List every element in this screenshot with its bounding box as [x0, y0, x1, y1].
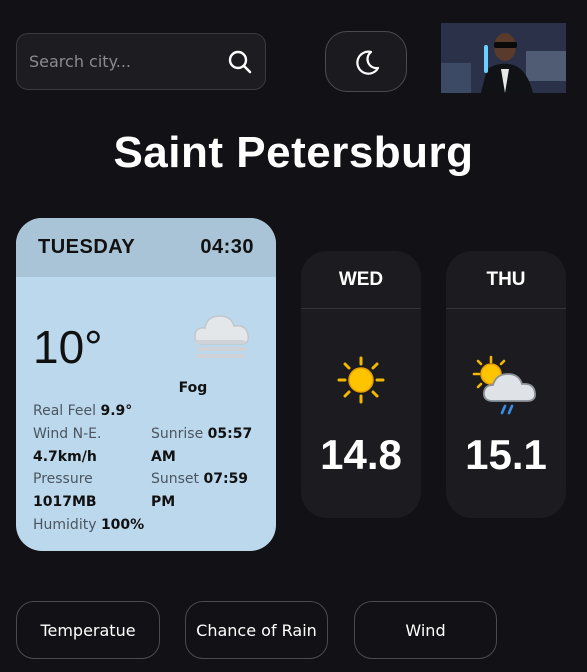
- sunrise-ampm: AM: [151, 449, 176, 465]
- sunset-label: Sunset: [151, 471, 200, 487]
- search-box: [16, 33, 266, 90]
- video-thumbnail[interactable]: [441, 23, 566, 93]
- forecast-temperature: 15.1: [465, 431, 547, 478]
- sunset: Sunset 07:59: [151, 470, 248, 488]
- sunrise-label: Sunrise: [151, 426, 204, 442]
- forecast-day: THU: [446, 251, 566, 309]
- today-condition: Fog: [178, 380, 208, 396]
- humidity: Humidity 100%: [33, 516, 144, 534]
- forecast-card-wed[interactable]: WED 14.8: [301, 251, 421, 518]
- sunset-ampm: PM: [151, 494, 176, 510]
- fog-icon: [190, 310, 254, 370]
- tab-temperature[interactable]: Temperatue: [16, 601, 160, 659]
- search-icon[interactable]: [227, 49, 253, 75]
- humidity-value: 100%: [100, 517, 145, 533]
- humidity-label: Humidity: [33, 517, 97, 533]
- search-input[interactable]: [29, 34, 219, 89]
- forecast-temperature: 14.8: [320, 431, 402, 478]
- forecast-card-thu[interactable]: THU 15.1: [446, 251, 566, 518]
- today-header: TUESDAY 04:30: [16, 218, 276, 277]
- today-day: TUESDAY: [38, 236, 136, 258]
- tab-chance-of-rain[interactable]: Chance of Rain: [185, 601, 328, 659]
- city-title: Saint Petersburg: [113, 128, 474, 177]
- real-feel: Real Feel 9.9°: [33, 402, 132, 420]
- today-time: 04:30: [200, 236, 254, 258]
- sunrise-value: 05:57: [207, 426, 253, 442]
- sun-icon: [337, 356, 385, 404]
- today-card: TUESDAY 04:30 10° Fog Real Feel 9.9° Win…: [16, 218, 276, 551]
- sunrise: Sunrise 05:57: [151, 425, 252, 443]
- real-feel-label: Real Feel: [33, 403, 97, 419]
- wind-value: 4.7km/h: [33, 449, 97, 465]
- pressure-value: 1017MB: [33, 494, 97, 510]
- moon-icon: [356, 50, 380, 75]
- real-feel-value: 9.9°: [100, 403, 133, 419]
- theme-toggle-button[interactable]: [325, 31, 407, 92]
- pressure-label: Pressure: [33, 471, 93, 487]
- forecast-day: WED: [301, 251, 421, 309]
- wind-label: Wind N-E.: [33, 426, 102, 442]
- sun-cloud-rain-icon: [472, 355, 536, 415]
- today-temperature: 10°: [33, 321, 103, 373]
- sunset-value: 07:59: [203, 471, 249, 487]
- tab-wind[interactable]: Wind: [354, 601, 497, 659]
